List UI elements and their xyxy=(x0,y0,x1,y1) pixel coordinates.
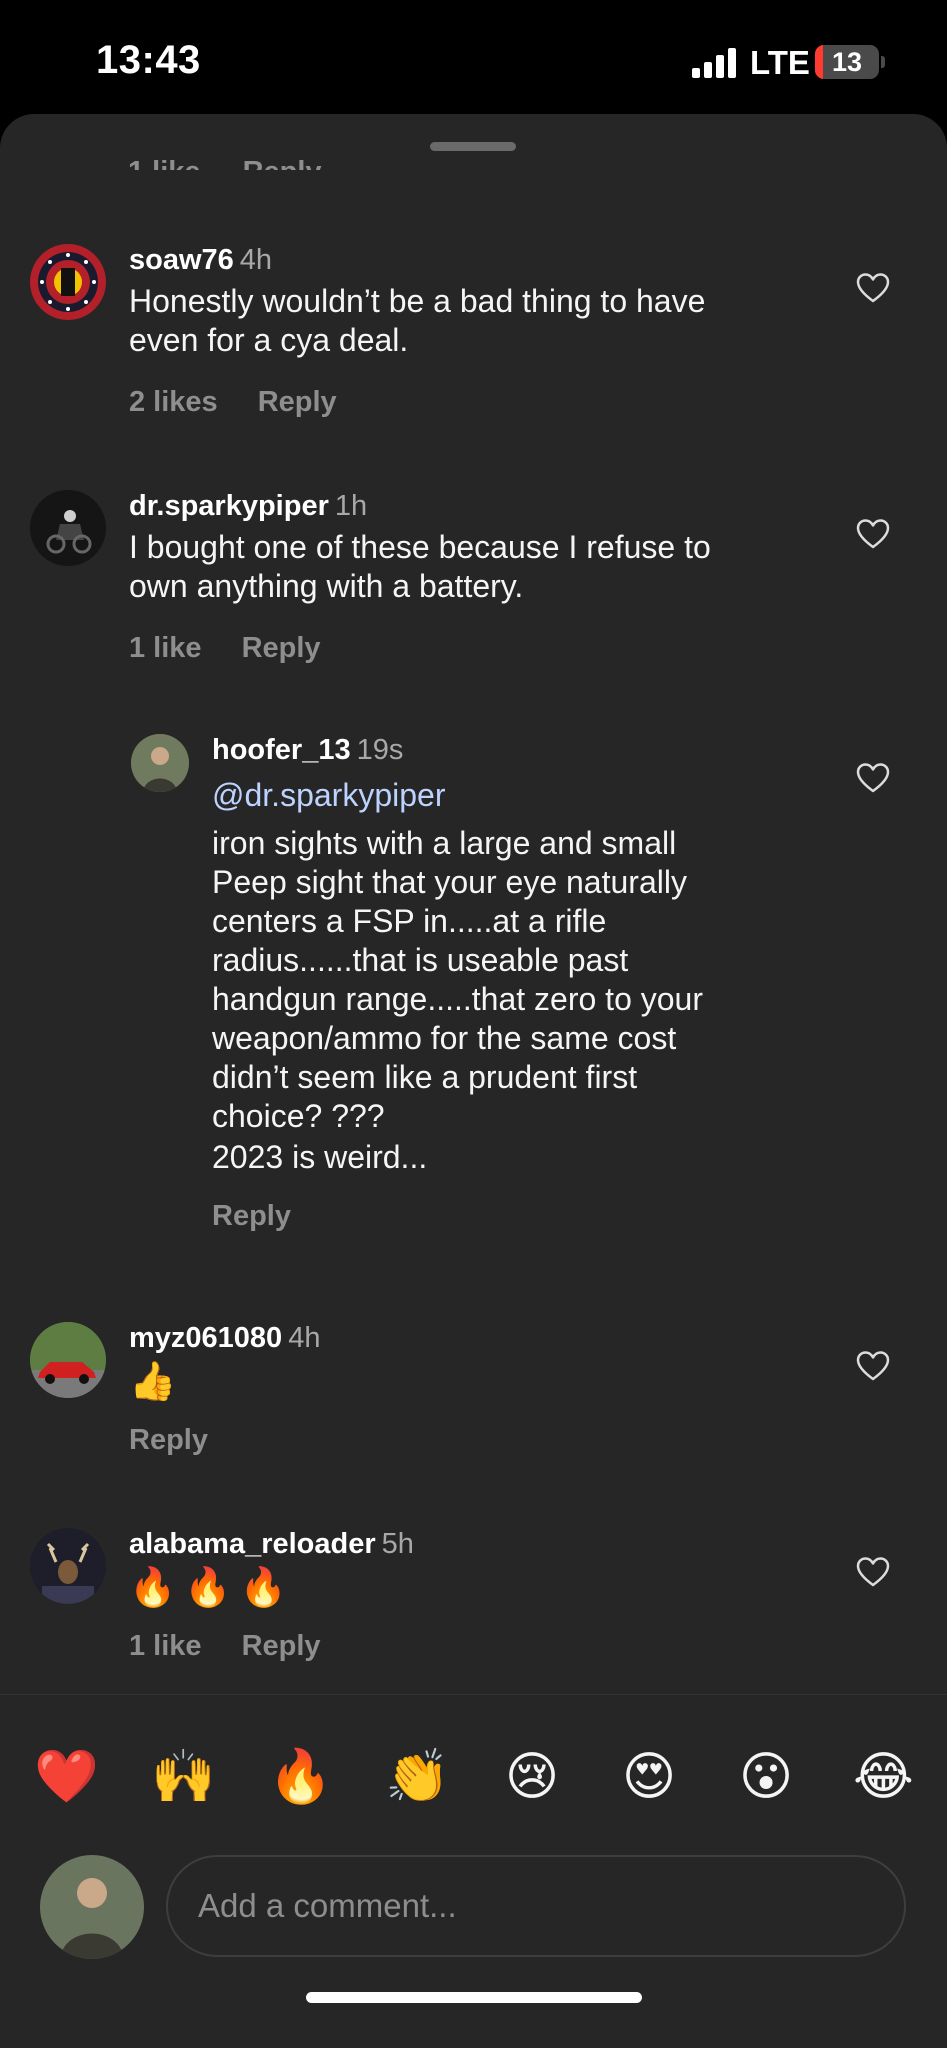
comment-meta: Reply xyxy=(212,1200,291,1233)
comment-username[interactable]: soaw76 4h xyxy=(129,244,272,277)
comment-age: 19s xyxy=(356,734,404,766)
avatar[interactable] xyxy=(30,1528,106,1604)
username-text[interactable]: myz061080 xyxy=(129,1322,282,1354)
emoji-raised-hands-button[interactable]: 🙌 xyxy=(151,1747,216,1807)
reply-button[interactable]: Reply xyxy=(212,1200,291,1232)
comment-text: Honestly wouldn’t be a bad thing to have… xyxy=(129,283,706,358)
battery-icon: 13 xyxy=(815,45,879,79)
comment-age: 4h xyxy=(288,1322,321,1354)
comment-age: 1h xyxy=(334,490,368,522)
avatar[interactable] xyxy=(131,734,189,792)
avatar[interactable] xyxy=(30,490,106,566)
emoji-laughing-button[interactable]: 😂 xyxy=(853,1747,914,1807)
emoji-surprised-button[interactable]: 😮 xyxy=(736,1747,796,1807)
comment-username[interactable]: alabama_reloader 5h xyxy=(129,1528,414,1561)
comments-sheet[interactable]: 1 likeReply soaw764h Honestly wouldn’t b… xyxy=(0,114,947,2048)
comment-meta: 1 like Reply xyxy=(129,1630,321,1663)
comment-username[interactable]: myz061080 4h xyxy=(129,1322,320,1355)
cellular-signal-icon xyxy=(692,48,736,78)
status-bar: 13:43 LTE 13 xyxy=(0,0,947,112)
avatar-emblem-icon xyxy=(38,252,98,312)
username-text[interactable]: hoofer_13 xyxy=(212,734,351,766)
battery-cap xyxy=(881,56,885,68)
current-user-avatar[interactable] xyxy=(40,1855,144,1959)
avatar-person-icon xyxy=(131,734,189,792)
reply-button[interactable]: Reply xyxy=(129,1424,208,1456)
heart-outline-icon[interactable] xyxy=(856,762,890,794)
cut-off-reply[interactable]: Reply xyxy=(243,156,322,170)
emoji-clap-button[interactable]: 👏 xyxy=(385,1747,450,1807)
likes-count[interactable]: 1 like xyxy=(129,632,202,664)
sheet-grabber[interactable] xyxy=(430,142,516,151)
comment-item: soaw76 4h Honestly wouldn’t be a bad thin… xyxy=(0,244,947,444)
comment-username[interactable]: hoofer_13 19s xyxy=(212,734,403,767)
add-comment-input[interactable] xyxy=(166,1855,906,1957)
reply-button[interactable]: Reply xyxy=(258,386,337,418)
likes-count[interactable]: 2 likes xyxy=(129,386,218,418)
network-type: LTE xyxy=(750,44,810,81)
comment-text: I bought one of these because I refuse t… xyxy=(129,529,711,604)
home-indicator[interactable] xyxy=(306,1992,642,2003)
comment-text-line-2: 2023 is weird... xyxy=(212,1139,428,1175)
comment-age: 4h xyxy=(239,244,273,276)
comment-item: dr.sparkypiper 1h I bought one of these b… xyxy=(0,490,947,690)
cut-off-comment-meta: 1 like Reply xyxy=(128,156,364,170)
comment-meta: 2 likes Reply xyxy=(129,386,337,419)
username-text[interactable]: dr.sparkypiper xyxy=(129,490,329,522)
mention-link[interactable]: @dr.sparkypiper xyxy=(212,776,852,815)
comment-item: alabama_reloader 5h 🔥🔥🔥 1 like Reply xyxy=(0,1528,947,1688)
username-text[interactable]: alabama_reloader xyxy=(129,1528,376,1560)
heart-outline-icon[interactable] xyxy=(856,272,890,304)
avatar-deer-icon xyxy=(30,1528,106,1604)
avatar[interactable] xyxy=(30,244,106,320)
emoji-heart-button[interactable]: ❤️ xyxy=(34,1747,99,1807)
comment-username[interactable]: dr.sparkypiper 1h xyxy=(129,490,367,523)
comment-item: myz061080 4h 👍 Reply xyxy=(0,1322,947,1482)
comment-text: iron sights with a large and small Peep … xyxy=(212,825,703,1134)
comment-meta: Reply xyxy=(129,1424,208,1457)
heart-outline-icon[interactable] xyxy=(856,518,890,550)
reply-button[interactable]: Reply xyxy=(242,632,321,664)
battery-percent: 13 xyxy=(831,47,863,77)
likes-count[interactable]: 1 like xyxy=(129,1630,202,1662)
avatar[interactable] xyxy=(30,1322,106,1398)
cut-off-likes[interactable]: 1 like xyxy=(128,156,201,170)
comment-emoji-text: 👍 xyxy=(129,1361,185,1403)
heart-outline-icon[interactable] xyxy=(856,1556,890,1588)
emoji-heart-eyes-button[interactable]: 😍 xyxy=(619,1747,679,1807)
heart-outline-icon[interactable] xyxy=(856,1350,890,1382)
reply-button[interactable]: Reply xyxy=(242,1630,321,1662)
comment-meta: 1 like Reply xyxy=(129,632,321,665)
comment-age: 5h xyxy=(381,1528,414,1560)
emoji-crying-button[interactable]: 😢 xyxy=(502,1747,562,1807)
avatar-car-icon xyxy=(30,1322,106,1398)
emoji-fire-button[interactable]: 🔥 xyxy=(268,1747,333,1807)
comment-emoji-text: 🔥🔥🔥 xyxy=(129,1567,295,1609)
reply-comment-item: hoofer_13 19s @dr.sparkypiper iron sights… xyxy=(0,734,947,1374)
avatar-motorcycle-icon xyxy=(30,490,106,566)
status-time: 13:43 xyxy=(96,38,201,82)
avatar-person-icon xyxy=(40,1855,144,1959)
username-text[interactable]: soaw76 xyxy=(129,244,234,276)
